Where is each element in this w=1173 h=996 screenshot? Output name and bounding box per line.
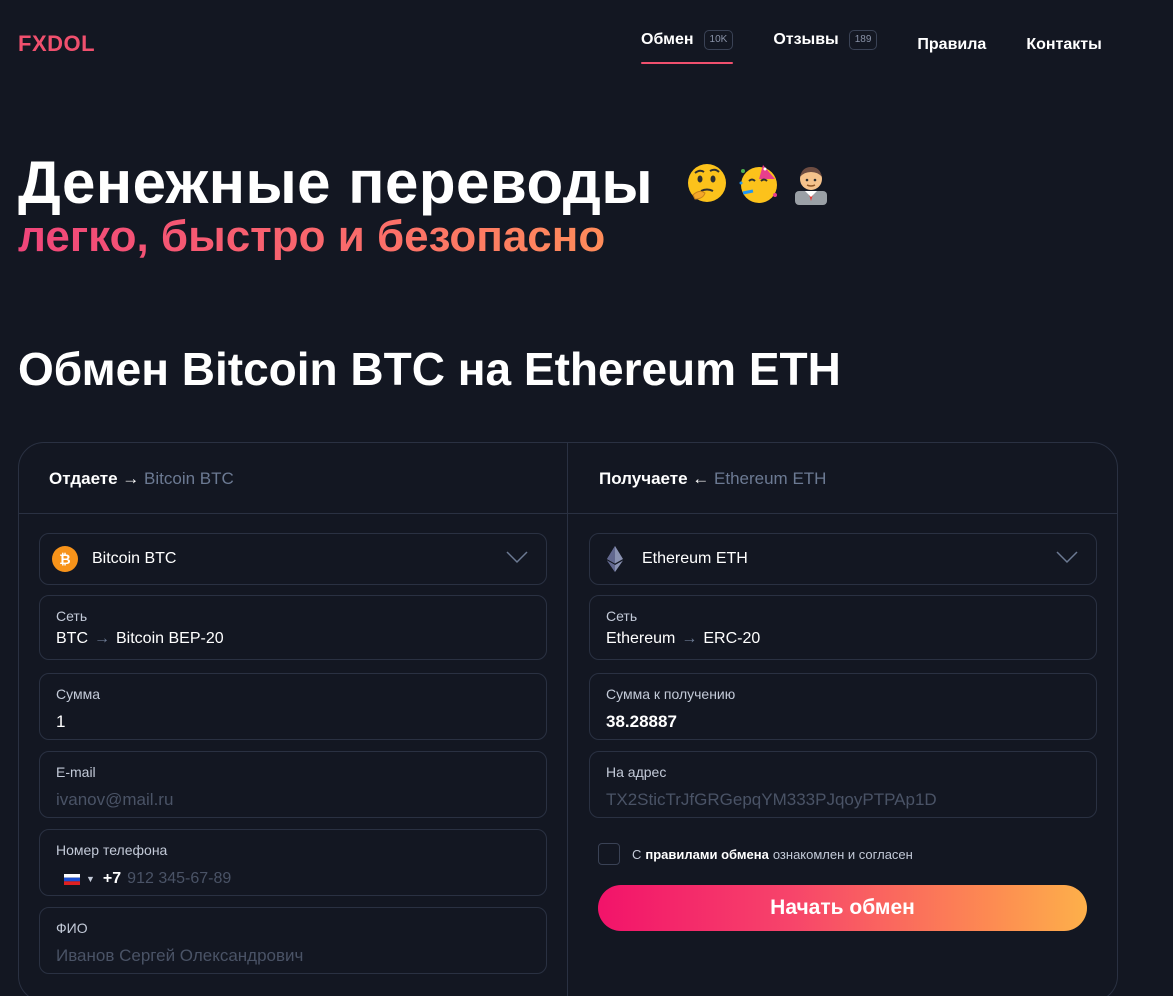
agree-prefix: С — [632, 846, 642, 862]
give-amount-field[interactable]: Сумма 1 — [39, 673, 547, 740]
receive-header-currency: Ethereum ETH — [714, 469, 827, 488]
agree-row: С правилами обмена ознакомлен и согласен — [598, 843, 913, 865]
receive-amount-field[interactable]: Сумма к получению 38.28887 — [589, 673, 1097, 740]
address-input[interactable]: TX2SticTrJfGRGepqYM333PJqoyPTPAp1D — [606, 790, 937, 810]
ethereum-icon — [607, 546, 623, 572]
give-network-to: Bitcoin BEP-20 — [116, 630, 224, 647]
give-header: Отдаете → Bitcoin BTC — [49, 469, 234, 489]
receive-network-to: ERC-20 — [703, 630, 761, 647]
main-nav: Обмен 10K Отзывы 189 Правила Контакты — [641, 30, 1102, 64]
receive-network-label: Сеть — [606, 608, 638, 624]
email-field[interactable]: E-mail ivanov@mail.ru — [39, 751, 547, 818]
receive-amount-value[interactable]: 38.28887 — [606, 712, 677, 732]
receive-currency-value: Ethereum ETH — [642, 550, 748, 567]
nav-reviews[interactable]: Отзывы 189 — [773, 30, 878, 50]
start-exchange-button[interactable]: Начать обмен — [598, 885, 1087, 931]
card-divider-horizontal — [19, 513, 1117, 514]
give-currency-value: Bitcoin BTC — [92, 550, 177, 567]
card-divider-vertical — [567, 443, 568, 996]
caret-down-icon[interactable]: ▼ — [86, 874, 95, 884]
exchange-title: Обмен Bitcoin BTC на Ethereum ETH — [18, 343, 841, 395]
address-field[interactable]: На адрес TX2SticTrJfGRGepqYM333PJqoyPTPA… — [589, 751, 1097, 818]
hero-title-text: Денежные переводы — [18, 149, 654, 216]
nav-rules-label: Правила — [917, 36, 987, 53]
give-network-field[interactable]: Сеть BTC → Bitcoin BEP-20 — [39, 595, 547, 660]
give-network-label: Сеть — [56, 608, 88, 624]
address-label: На адрес — [606, 764, 667, 780]
office-worker-icon — [795, 166, 828, 205]
hero-subtitle: легко, быстро и безопасно — [18, 212, 606, 261]
phone-input[interactable]: 912 345-67-89 — [127, 870, 231, 888]
nav-contacts[interactable]: Контакты — [1026, 36, 1101, 54]
thinking-face-icon — [688, 163, 727, 202]
nav-exchange-label: Обмен — [641, 31, 694, 48]
give-header-label: Отдаете → — [49, 469, 140, 488]
give-currency-select[interactable]: ₿ Bitcoin BTC — [39, 533, 547, 585]
nav-exchange[interactable]: Обмен 10K — [641, 30, 734, 64]
receive-header: Получаете ← Ethereum ETH — [599, 469, 826, 489]
nav-reviews-label: Отзывы — [773, 31, 839, 48]
hero-title: Денежные переводы — [18, 148, 833, 217]
agree-checkbox[interactable] — [598, 843, 620, 865]
give-amount-label: Сумма — [56, 686, 100, 702]
fio-input[interactable]: Иванов Сергей Олександрович — [56, 946, 303, 966]
nav-contacts-label: Контакты — [1026, 36, 1102, 53]
hero-emojis — [677, 161, 833, 205]
email-label: E-mail — [56, 764, 96, 780]
chevron-down-icon — [1056, 551, 1078, 564]
receive-currency-select[interactable]: Ethereum ETH — [589, 533, 1097, 585]
rules-link[interactable]: правилами обмена — [645, 847, 768, 862]
phone-row: ▼ +7 912 345-67-89 — [64, 870, 231, 888]
fio-label: ФИО — [56, 920, 88, 936]
russia-flag-icon[interactable] — [64, 873, 80, 885]
give-network-value: BTC → Bitcoin BEP-20 — [56, 630, 224, 648]
give-network-from: BTC — [56, 630, 88, 647]
nav-rules[interactable]: Правила — [917, 36, 986, 54]
receive-header-label: Получаете ← — [599, 469, 710, 488]
give-amount-input[interactable]: 1 — [56, 712, 65, 732]
arrow-right-icon: → — [681, 630, 698, 647]
phone-field[interactable]: Номер телефона ▼ +7 912 345-67-89 — [39, 829, 547, 896]
fio-field[interactable]: ФИО Иванов Сергей Олександрович — [39, 907, 547, 974]
receive-network-from: Ethereum — [606, 630, 676, 647]
chevron-down-icon — [506, 551, 528, 564]
receive-network-value: Ethereum → ERC-20 — [606, 630, 760, 648]
receive-network-field[interactable]: Сеть Ethereum → ERC-20 — [589, 595, 1097, 660]
phone-dial-code: +7 — [102, 870, 122, 887]
arrow-right-icon: → — [94, 630, 110, 647]
nav-reviews-badge: 189 — [848, 30, 878, 50]
svg-text:₿: ₿ — [59, 552, 70, 568]
phone-label: Номер телефона — [56, 842, 168, 858]
page: FXDOL Обмен 10K Отзывы 189 Правила Конта… — [0, 0, 1173, 996]
bitcoin-icon: ₿ — [52, 546, 78, 572]
nav-exchange-badge: 10K — [703, 30, 734, 50]
email-input[interactable]: ivanov@mail.ru — [56, 790, 173, 810]
receive-amount-label: Сумма к получению — [606, 686, 736, 702]
partying-face-icon — [739, 164, 778, 203]
logo[interactable]: FXDOL — [18, 31, 95, 57]
agree-suffix: ознакомлен и согласен — [772, 846, 913, 862]
give-header-currency: Bitcoin BTC — [144, 469, 234, 488]
